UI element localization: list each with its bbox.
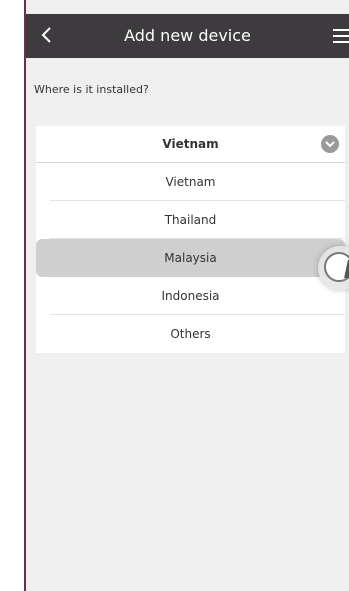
hamburger-menu-icon [333, 29, 349, 31]
option-others[interactable]: Others [36, 315, 345, 353]
install-location-question: Where is it installed? [34, 83, 149, 96]
chevron-down-circle-icon [321, 135, 339, 153]
option-vietnam[interactable]: Vietnam [36, 163, 345, 201]
country-select[interactable]: Vietnam [36, 126, 345, 163]
option-thailand[interactable]: Thailand [36, 201, 345, 239]
country-option-list: Vietnam Thailand Malaysia Indonesia Othe… [36, 163, 345, 353]
app-header: Add new device [26, 14, 349, 58]
menu-button[interactable] [327, 24, 349, 48]
back-button[interactable] [32, 20, 60, 50]
option-malaysia[interactable]: Malaysia [36, 239, 345, 277]
page-title: Add new device [124, 26, 251, 45]
app-frame: Add new device Where is it installed? Vi… [0, 0, 349, 591]
option-indonesia[interactable]: Indonesia [36, 277, 345, 315]
chevron-left-icon [41, 27, 51, 43]
country-select-value: Vietnam [162, 137, 219, 151]
